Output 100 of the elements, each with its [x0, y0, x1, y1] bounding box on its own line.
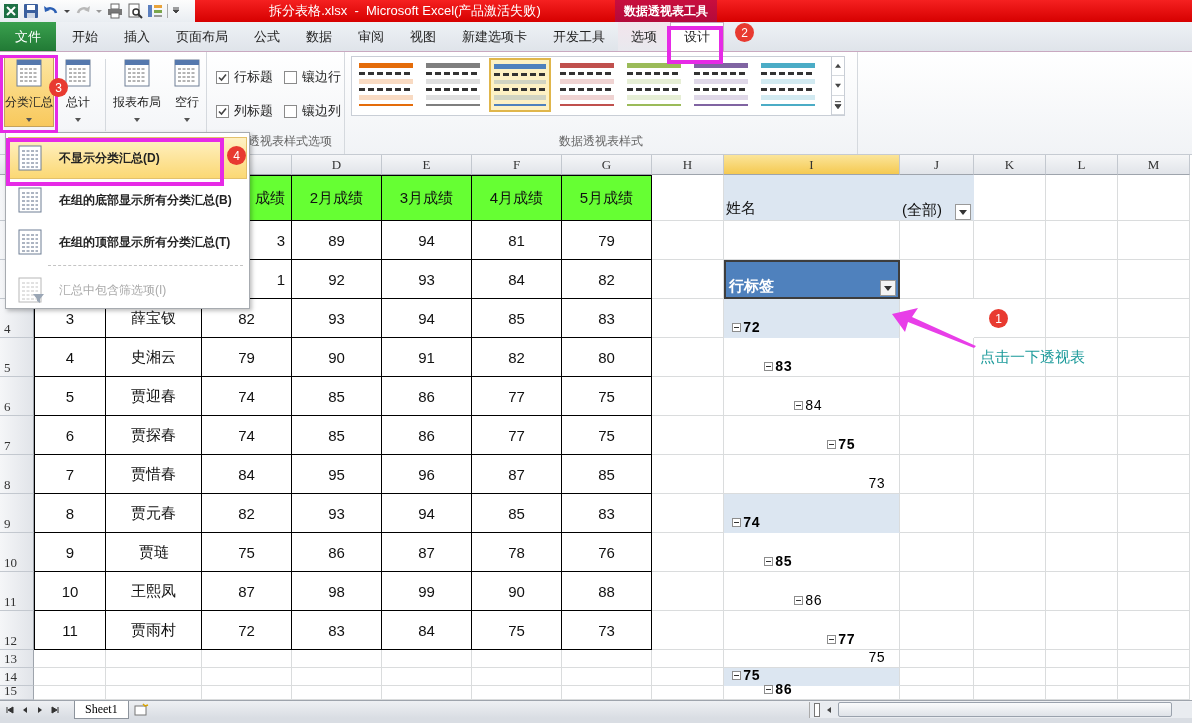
- ribbon-tab[interactable]: 视图: [397, 22, 449, 51]
- empty-cell[interactable]: [900, 533, 974, 572]
- filter-dropdown-icon[interactable]: [880, 280, 896, 296]
- pivot-cell[interactable]: 72: [724, 299, 900, 338]
- collapse-icon[interactable]: [764, 685, 773, 694]
- empty-cell[interactable]: [1046, 572, 1118, 611]
- empty-cell[interactable]: [1118, 260, 1190, 299]
- row-header[interactable]: 14: [0, 668, 34, 686]
- empty-cell[interactable]: [1118, 650, 1190, 668]
- empty-cell[interactable]: [1118, 572, 1190, 611]
- empty-cell[interactable]: [472, 668, 562, 686]
- empty-cell[interactable]: [1118, 221, 1190, 260]
- empty-cell[interactable]: [472, 650, 562, 668]
- empty-cell[interactable]: [900, 650, 974, 668]
- collapse-icon[interactable]: [732, 671, 741, 680]
- pivot-filter-cell[interactable]: (全部): [900, 175, 974, 221]
- empty-cell[interactable]: [652, 650, 724, 668]
- empty-cell[interactable]: [1046, 494, 1118, 533]
- empty-cell[interactable]: [1118, 416, 1190, 455]
- column-header[interactable]: J: [900, 155, 974, 175]
- collapse-icon[interactable]: [764, 557, 773, 566]
- empty-cell[interactable]: [1046, 299, 1118, 338]
- empty-cell[interactable]: [106, 668, 202, 686]
- row-header[interactable]: 9: [0, 494, 34, 533]
- checkbox-label[interactable]: 镶边列: [302, 102, 341, 120]
- ribbon-tab[interactable]: 新建选项卡: [449, 22, 540, 51]
- row-header[interactable]: 7: [0, 416, 34, 455]
- row-header[interactable]: 12: [0, 611, 34, 650]
- split-handle[interactable]: [814, 702, 820, 717]
- checkbox-label[interactable]: 镶边行: [302, 68, 341, 86]
- column-header[interactable]: M: [1118, 155, 1190, 175]
- checkbox[interactable]: [216, 104, 229, 118]
- empty-cell[interactable]: [562, 668, 652, 686]
- last-sheet-icon[interactable]: [50, 704, 60, 715]
- checkbox[interactable]: [284, 104, 297, 118]
- row-header[interactable]: 11: [0, 572, 34, 611]
- empty-cell[interactable]: [652, 455, 724, 494]
- collapse-icon[interactable]: [794, 401, 803, 410]
- empty-cell[interactable]: [900, 221, 974, 260]
- pivot-cell[interactable]: 86: [724, 572, 900, 611]
- excel-logo-icon[interactable]: [3, 3, 19, 19]
- collapse-icon[interactable]: [732, 323, 741, 332]
- column-header[interactable]: E: [382, 155, 472, 175]
- empty-cell[interactable]: [900, 377, 974, 416]
- pivot-cell[interactable]: 74: [724, 494, 900, 533]
- table-style-swatch[interactable]: [489, 58, 551, 112]
- empty-cell[interactable]: [974, 221, 1046, 260]
- empty-cell[interactable]: [974, 494, 1046, 533]
- customize-toolbar-icon[interactable]: [172, 7, 180, 15]
- empty-cell[interactable]: [1118, 455, 1190, 494]
- empty-cell[interactable]: [106, 650, 202, 668]
- ribbon-button[interactable]: 分类汇总: [4, 55, 54, 127]
- collapse-icon[interactable]: [794, 596, 803, 605]
- empty-cell[interactable]: [974, 533, 1046, 572]
- empty-cell[interactable]: [974, 455, 1046, 494]
- empty-cell[interactable]: [1118, 533, 1190, 572]
- empty-cell[interactable]: [652, 572, 724, 611]
- ribbon-button[interactable]: 空行: [167, 55, 206, 127]
- empty-cell[interactable]: [1118, 175, 1190, 221]
- empty-cell[interactable]: [1118, 299, 1190, 338]
- empty-cell[interactable]: [1046, 175, 1118, 221]
- form-icon[interactable]: [147, 3, 163, 19]
- row-header[interactable]: 15: [0, 686, 34, 700]
- ribbon-tab[interactable]: 公式: [241, 22, 293, 51]
- column-header[interactable]: D: [292, 155, 382, 175]
- column-header[interactable]: H: [652, 155, 724, 175]
- empty-cell[interactable]: [1046, 533, 1118, 572]
- empty-cell[interactable]: [652, 377, 724, 416]
- ribbon-tab[interactable]: 开发工具: [540, 22, 618, 51]
- empty-cell[interactable]: [974, 572, 1046, 611]
- pivot-cell[interactable]: 84: [724, 377, 900, 416]
- collapse-icon[interactable]: [764, 362, 773, 371]
- empty-cell[interactable]: [562, 650, 652, 668]
- empty-cell[interactable]: [974, 260, 1046, 299]
- column-header[interactable]: I: [724, 155, 900, 175]
- ribbon-tab[interactable]: 选项: [618, 22, 670, 51]
- ribbon-button[interactable]: 报表布局: [112, 55, 163, 127]
- ribbon-tab[interactable]: 数据: [293, 22, 345, 51]
- row-header[interactable]: 13: [0, 650, 34, 668]
- pivot-cell[interactable]: 77: [724, 611, 900, 650]
- ribbon-tab[interactable]: 开始: [59, 22, 111, 51]
- column-header[interactable]: K: [974, 155, 1046, 175]
- checkbox[interactable]: [216, 70, 229, 84]
- pivot-cell[interactable]: 85: [724, 533, 900, 572]
- pivot-cell[interactable]: 83: [724, 338, 900, 377]
- print-preview-icon[interactable]: [127, 3, 143, 19]
- empty-cell[interactable]: [1046, 221, 1118, 260]
- empty-cell[interactable]: [1046, 611, 1118, 650]
- empty-cell[interactable]: [652, 611, 724, 650]
- empty-cell[interactable]: [652, 533, 724, 572]
- empty-cell[interactable]: [1118, 338, 1190, 377]
- pivot-cell[interactable]: 75: [724, 416, 900, 455]
- empty-cell[interactable]: [974, 650, 1046, 668]
- empty-cell[interactable]: [1046, 377, 1118, 416]
- empty-cell[interactable]: [974, 611, 1046, 650]
- empty-cell[interactable]: [1118, 611, 1190, 650]
- empty-cell[interactable]: [1118, 377, 1190, 416]
- row-header[interactable]: 10: [0, 533, 34, 572]
- row-header[interactable]: 5: [0, 338, 34, 377]
- insert-sheet-icon[interactable]: [132, 702, 149, 717]
